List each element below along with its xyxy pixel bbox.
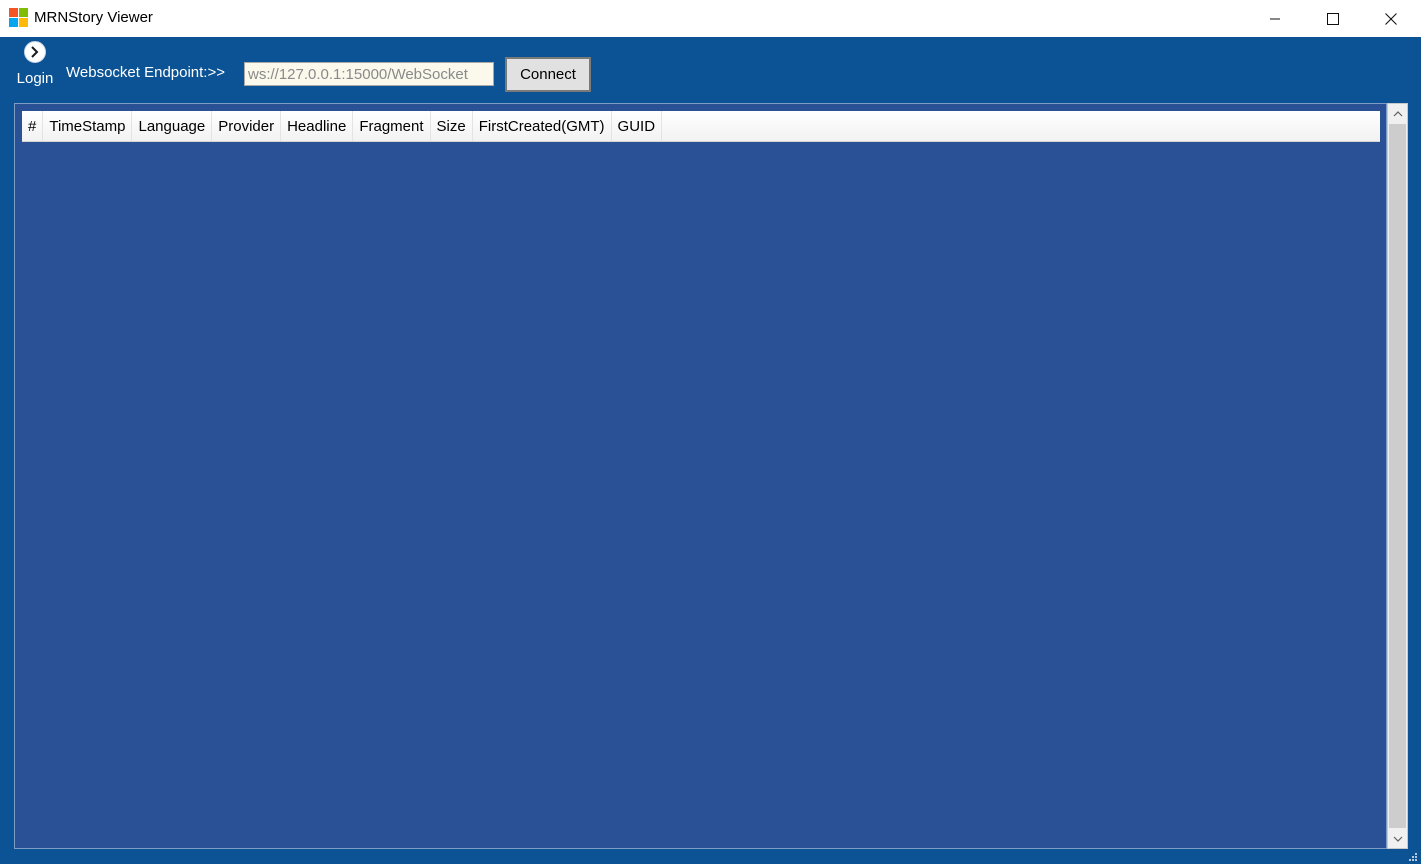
column-header-index[interactable]: #	[22, 111, 44, 141]
scroll-track[interactable]	[1389, 124, 1406, 828]
endpoint-input[interactable]	[244, 62, 494, 86]
column-header-size[interactable]: Size	[431, 111, 473, 141]
title-bar[interactable]: MRNStory Viewer	[0, 0, 1421, 37]
close-button[interactable]	[1362, 0, 1420, 37]
maximize-button[interactable]	[1304, 0, 1362, 37]
maximize-icon	[1327, 12, 1339, 25]
resize-grip-icon[interactable]	[1404, 850, 1418, 862]
story-grid[interactable]: # TimeStamp Language Provider Headline F…	[14, 103, 1387, 849]
column-header-first-created[interactable]: FirstCreated(GMT)	[473, 111, 612, 141]
main-window: MRNStory Viewer Login Websocket Endpoint…	[0, 0, 1421, 864]
column-header-fragment[interactable]: Fragment	[353, 111, 431, 141]
windows-logo-icon	[9, 8, 29, 28]
column-header-provider[interactable]: Provider	[212, 111, 282, 141]
column-header-timestamp[interactable]: TimeStamp	[43, 111, 133, 141]
window-title: MRNStory Viewer	[34, 9, 153, 26]
login-button[interactable]: Login	[14, 40, 56, 90]
scroll-down-button[interactable]	[1388, 829, 1407, 848]
minimize-icon	[1270, 18, 1280, 19]
grid-header-row: # TimeStamp Language Provider Headline F…	[22, 111, 1380, 142]
endpoint-label: Websocket Endpoint:>>	[66, 64, 225, 81]
column-header-headline[interactable]: Headline	[281, 111, 354, 141]
login-label: Login	[16, 70, 54, 87]
close-icon	[1385, 12, 1397, 25]
minimize-button[interactable]	[1246, 0, 1304, 37]
vertical-scrollbar[interactable]	[1387, 103, 1408, 849]
scroll-up-button[interactable]	[1388, 104, 1407, 123]
column-header-language[interactable]: Language	[132, 111, 213, 141]
chevron-right-circle-icon	[24, 41, 46, 63]
column-header-guid[interactable]: GUID	[612, 111, 663, 141]
connect-button[interactable]: Connect	[505, 57, 591, 92]
scroll-up-arrow-icon	[1393, 110, 1402, 116]
scroll-down-arrow-icon	[1393, 836, 1402, 842]
